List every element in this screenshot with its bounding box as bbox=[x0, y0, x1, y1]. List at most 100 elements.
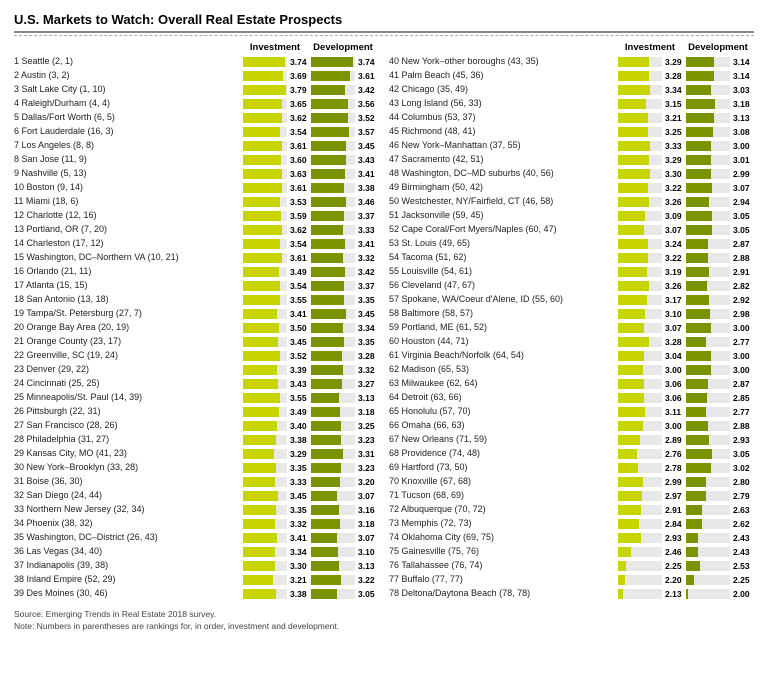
table-row: 50 Westchester, NY/Fairfield, CT (46, 58… bbox=[389, 195, 754, 208]
table-row: 56 Cleveland (47, 67)3.262.82 bbox=[389, 279, 754, 292]
development-value: 3.46 bbox=[358, 197, 375, 207]
investment-value: 3.65 bbox=[290, 99, 307, 109]
development-cell: 3.33 bbox=[311, 225, 379, 235]
investment-value: 3.28 bbox=[665, 337, 682, 347]
investment-value: 3.45 bbox=[290, 337, 307, 347]
development-cell: 2.91 bbox=[686, 267, 754, 277]
table-row: 36 Las Vegas (34, 40)3.343.10 bbox=[14, 545, 379, 558]
table-row: 29 Kansas City, MO (41, 23)3.293.31 bbox=[14, 447, 379, 460]
development-cell: 3.02 bbox=[686, 463, 754, 473]
development-bar-wrap bbox=[686, 155, 730, 165]
investment-bar-wrap bbox=[243, 379, 287, 389]
table-row: 62 Madison (65, 53)3.003.00 bbox=[389, 363, 754, 376]
table-row: 78 Deltona/Daytona Beach (78, 78)2.132.0… bbox=[389, 587, 754, 600]
investment-bar-wrap bbox=[618, 435, 662, 445]
investment-bar bbox=[618, 589, 623, 599]
development-bar bbox=[311, 295, 344, 305]
investment-bar-wrap bbox=[243, 239, 287, 249]
table-row: 75 Gainesville (75, 76)2.462.43 bbox=[389, 545, 754, 558]
investment-cell: 3.21 bbox=[243, 575, 311, 585]
development-bar bbox=[686, 113, 714, 123]
development-bar-wrap bbox=[686, 407, 730, 417]
row-label: 17 Atlanta (15, 15) bbox=[14, 280, 243, 292]
development-bar bbox=[686, 435, 709, 445]
development-bar-wrap bbox=[686, 127, 730, 137]
row-label: 67 New Orleans (71, 59) bbox=[389, 434, 618, 446]
development-cell: 3.25 bbox=[311, 421, 379, 431]
investment-bar bbox=[618, 309, 645, 319]
table-row: 74 Oklahoma City (69, 75)2.932.43 bbox=[389, 531, 754, 544]
investment-cell: 3.30 bbox=[243, 561, 311, 571]
development-bar bbox=[686, 309, 710, 319]
investment-cell: 3.25 bbox=[618, 127, 686, 137]
row-label: 13 Portland, OR (7, 20) bbox=[14, 224, 243, 236]
investment-bar-wrap bbox=[618, 491, 662, 501]
investment-bar bbox=[243, 463, 276, 473]
development-bar bbox=[311, 141, 346, 151]
table-row: 73 Memphis (72, 73)2.842.62 bbox=[389, 517, 754, 530]
investment-bar-wrap bbox=[618, 421, 662, 431]
development-bar bbox=[311, 57, 353, 67]
page-title: U.S. Markets to Watch: Overall Real Esta… bbox=[14, 12, 754, 27]
development-bar-wrap bbox=[311, 323, 355, 333]
development-bar bbox=[686, 281, 707, 291]
investment-cell: 3.61 bbox=[243, 253, 311, 263]
development-value: 3.41 bbox=[358, 239, 375, 249]
right-dev-header: Development bbox=[684, 42, 752, 53]
investment-bar bbox=[618, 477, 643, 487]
table-row: 37 Indianapolis (39, 38)3.303.13 bbox=[14, 559, 379, 572]
development-value: 2.53 bbox=[733, 561, 750, 571]
development-bar bbox=[311, 505, 339, 515]
development-bar bbox=[686, 547, 698, 557]
investment-value: 3.28 bbox=[665, 71, 682, 81]
development-bar-wrap bbox=[311, 379, 355, 389]
investment-value: 3.62 bbox=[290, 113, 307, 123]
development-bar-wrap bbox=[311, 491, 355, 501]
left-col-headers: Investment Development bbox=[14, 42, 379, 53]
development-cell: 3.18 bbox=[311, 519, 379, 529]
investment-cell: 3.79 bbox=[243, 85, 311, 95]
investment-bar-wrap bbox=[243, 253, 287, 263]
row-label: 46 New York–Manhattan (37, 55) bbox=[389, 140, 618, 152]
development-bar-wrap bbox=[311, 267, 355, 277]
development-bar bbox=[686, 85, 711, 95]
investment-cell: 3.35 bbox=[243, 505, 311, 515]
investment-value: 3.53 bbox=[290, 197, 307, 207]
table-row: 57 Spokane, WA/Coeur d'Alene, ID (55, 60… bbox=[389, 293, 754, 306]
row-label: 57 Spokane, WA/Coeur d'Alene, ID (55, 60… bbox=[389, 294, 618, 306]
table-row: 43 Long Island (56, 33)3.153.18 bbox=[389, 97, 754, 110]
development-value: 2.80 bbox=[733, 477, 750, 487]
investment-value: 3.52 bbox=[290, 351, 307, 361]
table-row: 4 Raleigh/Durham (4, 4)3.653.56 bbox=[14, 97, 379, 110]
investment-bar bbox=[243, 85, 286, 95]
development-bar-wrap bbox=[311, 575, 355, 585]
development-cell: 3.07 bbox=[311, 491, 379, 501]
development-cell: 3.23 bbox=[311, 463, 379, 473]
table-row: 27 San Francisco (28, 26)3.403.25 bbox=[14, 419, 379, 432]
development-bar bbox=[686, 449, 712, 459]
row-label: 27 San Francisco (28, 26) bbox=[14, 420, 243, 432]
development-value: 2.43 bbox=[733, 547, 750, 557]
row-label: 75 Gainesville (75, 76) bbox=[389, 546, 618, 558]
development-value: 3.35 bbox=[358, 337, 375, 347]
row-label: 11 Miami (18, 6) bbox=[14, 196, 243, 208]
row-label: 4 Raleigh/Durham (4, 4) bbox=[14, 98, 243, 110]
development-bar bbox=[311, 253, 343, 263]
right-column: Investment Development 40 New York–other… bbox=[389, 42, 754, 601]
table-row: 34 Phoenix (38, 32)3.323.18 bbox=[14, 517, 379, 530]
development-bar bbox=[686, 575, 694, 585]
row-label: 50 Westchester, NY/Fairfield, CT (46, 58… bbox=[389, 196, 618, 208]
investment-bar bbox=[618, 57, 649, 67]
investment-bar-wrap bbox=[243, 575, 287, 585]
investment-value: 3.69 bbox=[290, 71, 307, 81]
row-label: 28 Philadelphia (31, 27) bbox=[14, 434, 243, 446]
investment-value: 3.50 bbox=[290, 323, 307, 333]
investment-bar bbox=[243, 211, 281, 221]
investment-cell: 3.17 bbox=[618, 295, 686, 305]
development-bar-wrap bbox=[311, 113, 355, 123]
investment-value: 2.97 bbox=[665, 491, 682, 501]
table-row: 24 Cincinnati (25, 25)3.433.27 bbox=[14, 377, 379, 390]
development-cell: 2.80 bbox=[686, 477, 754, 487]
investment-bar-wrap bbox=[618, 169, 662, 179]
development-value: 2.87 bbox=[733, 379, 750, 389]
